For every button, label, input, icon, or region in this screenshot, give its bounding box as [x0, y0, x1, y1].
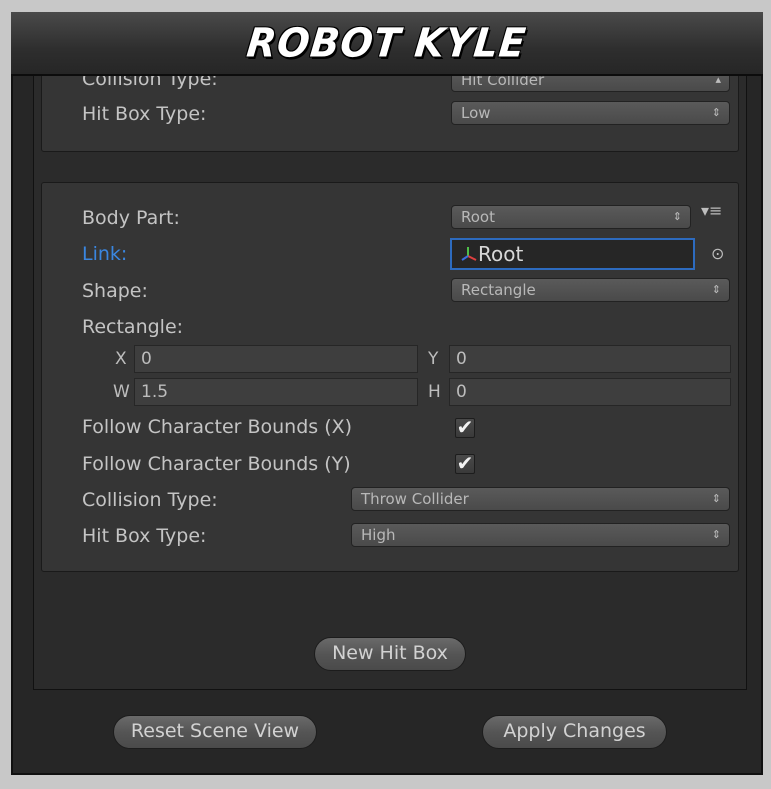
rect-w-field[interactable]: 1.5 — [134, 378, 418, 406]
shape-label: Shape: — [82, 280, 148, 302]
dropdown-arrows-icon: ⇕ — [711, 106, 721, 119]
title-bar: ROBOT KYLE — [11, 12, 763, 76]
hit-box-type-dropdown[interactable]: High ⇕ — [351, 523, 730, 547]
hit-box-type-label-prev: Hit Box Type: — [82, 103, 207, 125]
w-axis-label: W — [113, 382, 130, 402]
rect-y-field[interactable]: 0 — [449, 345, 731, 373]
follow-bounds-x-checkbox[interactable]: ✔ — [455, 417, 475, 438]
x-axis-label: X — [115, 349, 127, 369]
reset-scene-view-button[interactable]: Reset Scene View — [113, 715, 317, 749]
dropdown-arrows-icon: ⇕ — [711, 528, 721, 541]
follow-bounds-x-label: Follow Character Bounds (X) — [82, 416, 353, 438]
rect-h-field[interactable]: 0 — [449, 378, 731, 406]
link-value: Root — [478, 242, 524, 266]
context-menu-icon[interactable]: ▾≡ — [701, 201, 722, 220]
collision-type-dropdown[interactable]: Throw Collider ⇕ — [351, 487, 730, 511]
shape-dropdown[interactable]: Rectangle ⇕ — [451, 278, 730, 302]
hit-box-type-label: Hit Box Type: — [82, 525, 207, 547]
object-picker-icon[interactable]: ⊙ — [711, 244, 724, 263]
new-hit-box-button[interactable]: New Hit Box — [314, 637, 466, 671]
hit-box-type-dropdown-prev[interactable]: Low ⇕ — [451, 101, 730, 125]
dropdown-arrows-icon: ⇕ — [711, 283, 721, 296]
follow-bounds-y-label: Follow Character Bounds (Y) — [82, 453, 351, 475]
body-part-dropdown[interactable]: Root ⇕ — [451, 205, 691, 229]
link-object-field[interactable]: Root — [450, 238, 695, 270]
rectangle-label: Rectangle: — [82, 316, 184, 338]
body-part-value: Root — [461, 208, 495, 226]
hit-box-type-value-prev: Low — [461, 104, 491, 122]
collision-type-value: Throw Collider — [361, 490, 469, 508]
window-title: ROBOT KYLE — [245, 19, 529, 67]
link-label: Link: — [82, 243, 128, 265]
transform-icon — [461, 247, 477, 261]
collision-type-label: Collision Type: — [82, 489, 218, 511]
hit-box-type-value: High — [361, 526, 396, 544]
rect-x-field[interactable]: 0 — [134, 345, 418, 373]
dropdown-arrows-icon: ⇕ — [672, 210, 682, 223]
y-axis-label: Y — [428, 349, 439, 369]
body-part-label: Body Part: — [82, 207, 180, 229]
follow-bounds-y-checkbox[interactable]: ✔ — [455, 453, 475, 474]
dropdown-arrows-icon: ⇕ — [711, 492, 721, 505]
h-axis-label: H — [428, 382, 441, 402]
shape-value: Rectangle — [461, 281, 536, 299]
apply-changes-button[interactable]: Apply Changes — [482, 715, 667, 749]
